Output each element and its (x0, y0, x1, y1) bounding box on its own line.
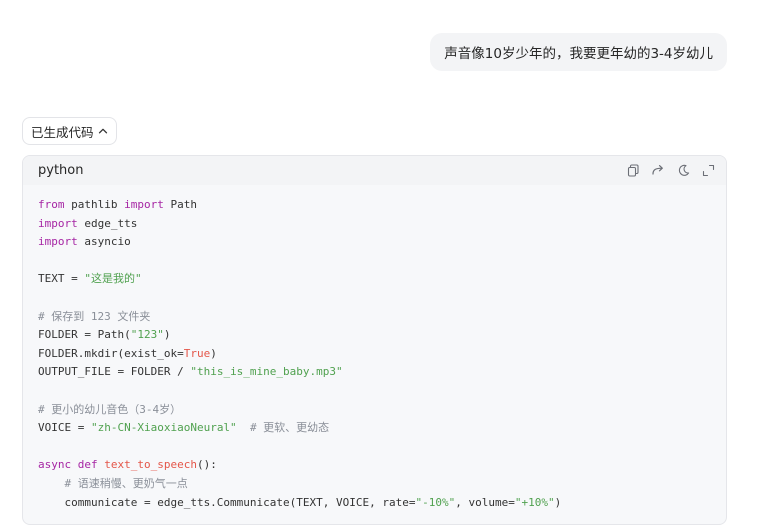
code-token: "this_is_mine_baby.mp3" (190, 365, 343, 379)
code-token: async (38, 458, 72, 472)
code-line: import asyncio (38, 233, 711, 252)
code-line: communicate = edge_tts.Communicate(TEXT,… (38, 494, 711, 513)
code-token: True (183, 346, 211, 360)
code-line: # 保存到 123 文件夹 (38, 308, 711, 327)
code-token: # 更小的幼儿音色（3-4岁） (38, 402, 182, 416)
code-block: python from pathlib import Path import ed… (22, 155, 727, 525)
code-token: "+10%" (514, 495, 555, 509)
code-token: # 保存到 123 文件夹 (38, 309, 151, 323)
code-token: edge_tts (77, 216, 138, 230)
dark-mode-icon[interactable] (675, 163, 691, 179)
code-token: ) (163, 328, 171, 342)
code-line: import edge_tts (38, 215, 711, 234)
code-token: "这是我的" (84, 272, 142, 286)
code-line: TEXT = "这是我的" (38, 270, 711, 289)
code-token: "123" (130, 328, 164, 342)
code-token: # 语速稍慢、更奶气一点 (64, 476, 188, 490)
code-token: ) (554, 495, 562, 509)
code-token: asyncio (77, 235, 131, 249)
code-token: text_to_speech (104, 458, 197, 472)
code-token: Path (163, 198, 197, 211)
code-token: from (38, 198, 65, 211)
code-token: OUTPUT_FILE = FOLDER / (38, 365, 191, 379)
code-line: OUTPUT_FILE = FOLDER / "this_is_mine_bab… (38, 363, 711, 382)
code-token: import (38, 235, 78, 249)
code-language-label: python (38, 163, 84, 178)
generated-code-toggle[interactable]: 已生成代码 (22, 117, 117, 145)
code-line: from pathlib import Path (38, 196, 711, 215)
code-line: FOLDER = Path("123") (38, 326, 711, 345)
code-token: pathlib (64, 198, 125, 211)
copy-icon[interactable] (625, 163, 641, 179)
code-token: # 更软、更幼态 (249, 421, 330, 435)
code-token: "-10%" (415, 495, 456, 509)
code-toolbar (625, 163, 716, 179)
code-token: def (77, 458, 98, 472)
code-token: ) (210, 346, 217, 360)
code-token: import (38, 216, 78, 230)
code-line: # 更小的幼儿音色（3-4岁） (38, 401, 711, 420)
code-token: "zh-CN-XiaoxiaoNeural" (90, 421, 237, 435)
user-message-bubble: 声音像10岁少年的，我要更年幼的3-4岁幼儿 (430, 33, 727, 71)
user-message-text: 声音像10岁少年的，我要更年幼的3-4岁幼儿 (444, 46, 713, 62)
code-line: # 语速稍慢、更奶气一点 (38, 475, 711, 494)
code-line: VOICE = "zh-CN-XiaoxiaoNeural" # 更软、更幼态 (38, 419, 711, 438)
expand-icon[interactable] (700, 163, 716, 179)
code-line: async def text_to_speech(): (38, 456, 711, 475)
code-token: , volume= (455, 495, 515, 509)
generated-code-label: 已生成代码 (31, 124, 94, 140)
code-header: python (23, 156, 726, 185)
code-content: from pathlib import Path import edge_tts i… (23, 185, 726, 512)
code-token: FOLDER = Path( (38, 328, 131, 342)
code-token: import (124, 198, 164, 211)
code-token: (): (196, 458, 217, 472)
chevron-up-icon (98, 126, 108, 136)
code-token: VOICE = (38, 421, 91, 435)
code-line: FOLDER.mkdir(exist_ok=True) (38, 345, 711, 364)
redo-icon[interactable] (650, 163, 666, 179)
code-token: FOLDER.mkdir(exist_ok= (38, 346, 184, 360)
code-token: TEXT = (38, 272, 85, 286)
code-token: communicate = edge_tts.Communicate(TEXT,… (38, 495, 416, 509)
